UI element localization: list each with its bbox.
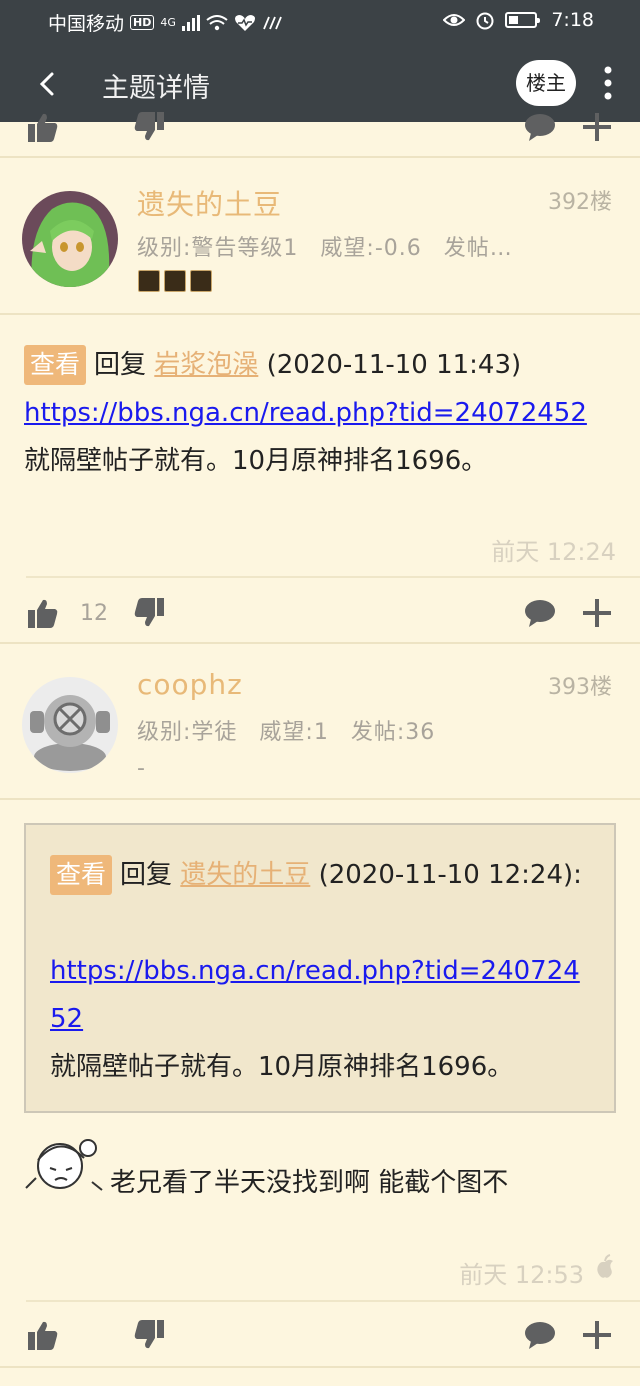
url-link-continued[interactable]: 52: [50, 1004, 83, 1034]
floor-number: 393楼: [548, 675, 612, 700]
url-link[interactable]: https://bbs.nga.cn/read.php?tid=240724: [50, 956, 580, 986]
like-icon[interactable]: [26, 1318, 60, 1352]
wifi-icon: [206, 14, 228, 30]
view-tag[interactable]: 查看: [50, 855, 113, 895]
hd-badge: HD: [130, 15, 155, 30]
reply-word: 回复: [94, 350, 147, 380]
add-icon[interactable]: [580, 1318, 614, 1352]
comment-icon[interactable]: [523, 596, 557, 630]
avatar[interactable]: [22, 677, 118, 773]
like-icon[interactable]: [26, 596, 60, 630]
like-count: 12: [80, 601, 108, 626]
reply-word: 回复: [120, 860, 173, 890]
reply-to-user-link[interactable]: 遗失的土豆: [180, 860, 310, 890]
user-level: 级别:警告等级1: [137, 236, 299, 261]
user-info: 级别:学徒 威望:1 发帖:36: [137, 714, 457, 746]
reply-time: (2020-11-10 11:43): [266, 350, 522, 380]
signal-icon: [181, 14, 200, 31]
clock: 7:18: [551, 9, 594, 31]
medal-icon[interactable]: [164, 270, 186, 292]
battery-icon: [505, 12, 541, 28]
quote-text: 就隔壁帖子就有。10月原神排名1696。: [50, 1052, 514, 1082]
user-prestige: 威望:-0.6: [320, 236, 422, 261]
user-prestige: 威望:1: [259, 720, 329, 745]
prev-comment-icon[interactable]: [523, 110, 557, 144]
user-info: 级别:警告等级1 威望:-0.6 发帖…: [137, 230, 535, 262]
prev-like-icon[interactable]: [26, 110, 60, 144]
page-title: 主题详情: [102, 73, 210, 104]
divider: [0, 1366, 640, 1368]
back-arrow-icon[interactable]: [30, 66, 66, 102]
divider: [0, 313, 640, 315]
username[interactable]: 遗失的土豆: [137, 183, 282, 223]
nfc-icon: [263, 16, 282, 29]
user-signature: -: [137, 756, 145, 781]
dislike-icon[interactable]: [132, 1318, 166, 1352]
more-options-icon[interactable]: [598, 64, 618, 102]
floor-number: 392楼: [548, 190, 612, 215]
divider: [0, 156, 640, 158]
dislike-icon[interactable]: [132, 596, 166, 630]
username[interactable]: coophz: [137, 668, 243, 701]
post-time: 前天 12:53: [459, 1261, 584, 1289]
anime-girl-avatar-icon: [22, 191, 118, 287]
avatar[interactable]: [22, 191, 118, 287]
user-level: 级别:学徒: [137, 720, 238, 745]
user-post-count: 发帖:36: [350, 720, 436, 745]
prev-dislike-icon[interactable]: [132, 110, 166, 144]
prev-add-icon[interactable]: [580, 110, 614, 144]
post-text: 老兄看了半天没找到啊 能截个图不: [110, 1168, 509, 1198]
diving-helmet-avatar-icon: [22, 677, 118, 773]
reply-time: (2020-11-10 12:24):: [318, 860, 582, 890]
post-content: 查看 回复 岩浆泡澡 (2020-11-10 11:43) https://bbs…: [24, 341, 624, 485]
divider: [26, 576, 640, 578]
network-label: 4G: [160, 16, 176, 29]
status-bar: 中国移动 HD 4G 7:18: [0, 0, 640, 44]
post-time: 前天 12:24: [491, 538, 616, 566]
comment-icon[interactable]: [523, 1318, 557, 1352]
divider: [0, 642, 640, 644]
medal-icon[interactable]: [138, 270, 160, 292]
add-icon[interactable]: [580, 596, 614, 630]
reply-to-user-link[interactable]: 岩浆泡澡: [154, 350, 258, 380]
carrier-label: 中国移动: [48, 13, 125, 35]
url-link[interactable]: https://bbs.nga.cn/read.php?tid=24072452: [24, 398, 587, 428]
louzhu-filter-button[interactable]: 楼主: [516, 60, 576, 106]
view-tag[interactable]: 查看: [24, 345, 87, 385]
alarm-icon: [476, 12, 494, 30]
quote-block: 查看 回复 遗失的土豆 (2020-11-10 12:24): https://b…: [24, 823, 616, 1113]
apple-device-icon: [597, 1254, 613, 1278]
medal-list: [138, 270, 212, 292]
medal-icon[interactable]: [190, 270, 212, 292]
eye-icon: [443, 14, 466, 26]
divider: [26, 1300, 640, 1302]
divider: [0, 798, 640, 800]
post-text: 就隔壁帖子就有。10月原神排名1696。: [24, 446, 488, 476]
user-post-count: 发帖…: [443, 236, 513, 261]
sticker-icon: [22, 1128, 106, 1204]
heart-rate-icon: [234, 14, 255, 31]
